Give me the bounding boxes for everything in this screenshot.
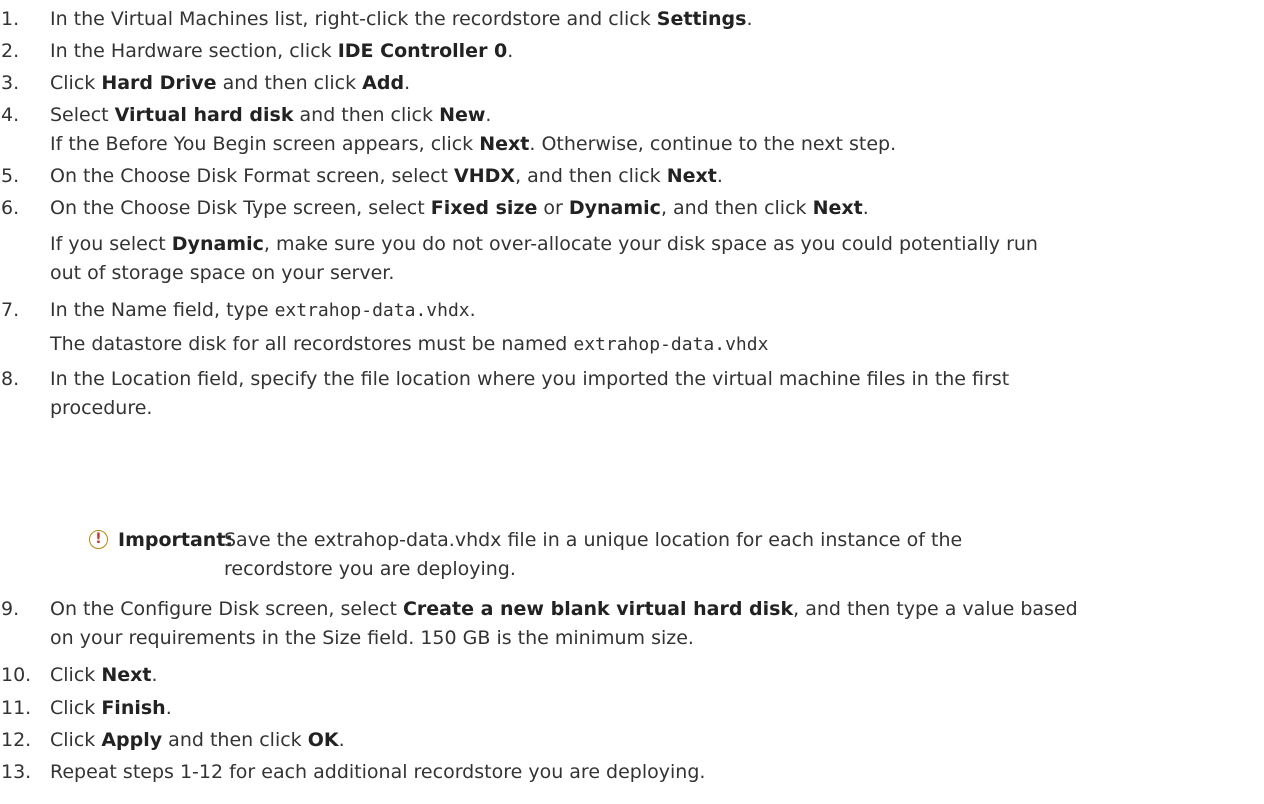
step-text: Select Virtual hard disk and then click … [50, 104, 492, 126]
important-text-continued: recordstore you are deploying. [224, 558, 516, 580]
step-number: 13. [1, 761, 32, 783]
step-text: In the Location field, specify the file … [50, 368, 1010, 390]
step-text: On the Choose Disk Type screen, select F… [50, 197, 869, 219]
step-text-continued: procedure. [50, 397, 153, 419]
step-text-continued: on your requirements in the Size field. … [50, 627, 694, 649]
step-number: 8. [1, 368, 20, 390]
step-text: Repeat steps 1-12 for each additional re… [50, 761, 706, 783]
step-number: 11. [1, 697, 32, 719]
step-text: On the Choose Disk Format screen, select… [50, 165, 723, 187]
step-note-continued: out of storage space on your server. [50, 262, 395, 284]
step-number: 2. [1, 40, 20, 62]
step-number: 4. [1, 104, 20, 126]
step-number: 12. [1, 729, 32, 751]
step-text: In the Virtual Machines list, right-clic… [50, 8, 753, 30]
step-text: On the Configure Disk screen, select Cre… [50, 598, 1078, 620]
exclamation-circle-icon: ! [89, 530, 108, 549]
step-text: In the Name field, type extrahop-data.vh… [50, 299, 476, 321]
step-note: If you select Dynamic, make sure you do … [50, 233, 1038, 255]
step-number: 7. [1, 299, 20, 321]
important-label: Important: [118, 529, 234, 551]
step-text: Click Apply and then click OK. [50, 729, 345, 751]
step-note: If the Before You Begin screen appears, … [50, 133, 897, 155]
step-text: Click Hard Drive and then click Add. [50, 72, 411, 94]
step-text: Click Next. [50, 664, 158, 686]
step-number: 1. [1, 8, 20, 30]
step-number: 5. [1, 165, 20, 187]
step-number: 10. [1, 664, 32, 686]
important-text: Save the extrahop-data.vhdx file in a un… [224, 529, 963, 551]
step-text: Click Finish. [50, 697, 172, 719]
step-text: In the Hardware section, click IDE Contr… [50, 40, 514, 62]
step-number: 9. [1, 598, 20, 620]
procedure-steps-list: 1. In the Virtual Machines list, right-c… [0, 0, 1264, 804]
step-number: 3. [1, 72, 20, 94]
step-number: 6. [1, 197, 20, 219]
step-note: The datastore disk for all recordstores … [50, 333, 769, 355]
